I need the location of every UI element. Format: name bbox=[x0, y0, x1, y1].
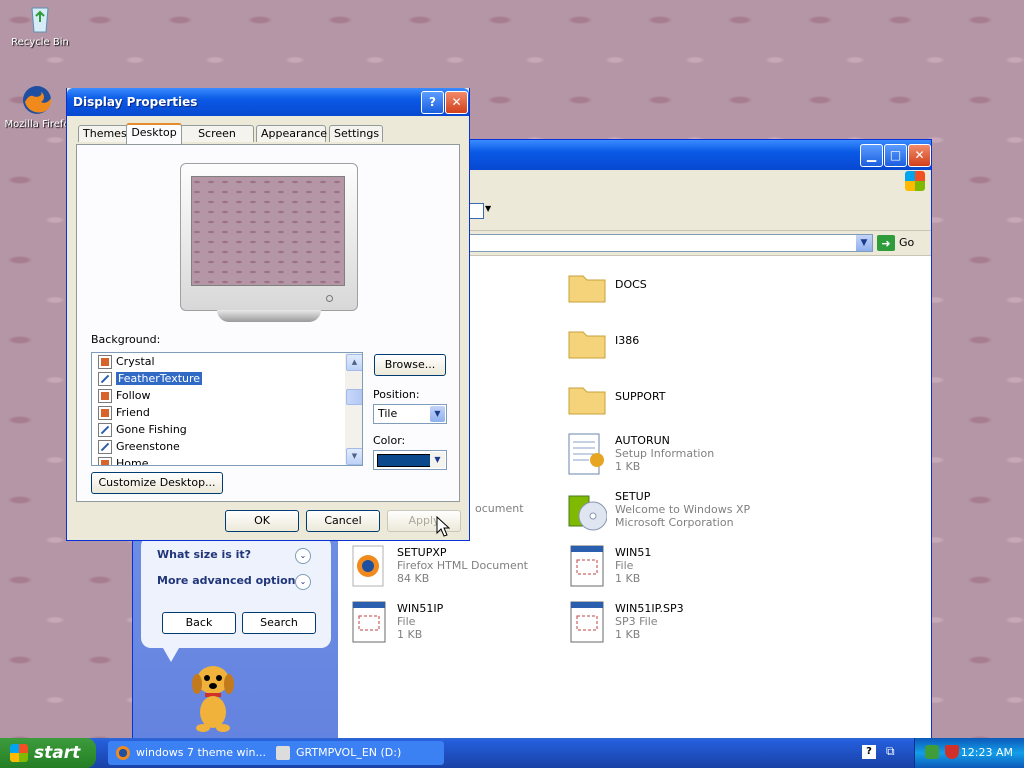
wallpaper-file-icon bbox=[98, 457, 112, 465]
list-item[interactable]: Follow bbox=[98, 387, 151, 404]
go-arrow-icon: ➜ bbox=[877, 235, 895, 251]
minimize-button[interactable]: ▁ bbox=[860, 144, 883, 167]
folder-icon bbox=[567, 378, 607, 424]
generic-file-icon bbox=[349, 600, 389, 646]
wallpaper-file-icon bbox=[98, 389, 112, 403]
list-item[interactable]: Greenstone bbox=[98, 438, 180, 455]
maximize-button[interactable]: □ bbox=[884, 144, 907, 167]
background-label: Background: bbox=[91, 333, 161, 346]
windows-logo-icon bbox=[10, 744, 28, 762]
address-input[interactable]: ▼ bbox=[453, 234, 873, 252]
network-icon[interactable] bbox=[925, 745, 939, 759]
monitor-base bbox=[217, 310, 321, 322]
close-button[interactable]: ✕ bbox=[908, 144, 931, 167]
taskbar-item-firefox[interactable]: windows 7 theme win... bbox=[108, 741, 284, 765]
firefox-icon bbox=[21, 84, 53, 116]
list-item[interactable]: Gone Fishing bbox=[98, 421, 187, 438]
chevron-down-icon[interactable]: ⌄ bbox=[295, 574, 311, 590]
scroll-down-icon[interactable]: ▼ bbox=[346, 448, 362, 465]
desktop-tab-page: Background: Crystal FeatherTexture Follo… bbox=[76, 144, 460, 502]
security-shield-icon[interactable] bbox=[945, 745, 959, 759]
start-button[interactable]: start bbox=[0, 738, 96, 768]
scroll-up-icon[interactable]: ▲ bbox=[346, 354, 362, 371]
dialog-title: Display Properties bbox=[73, 95, 198, 109]
cancel-button[interactable]: Cancel bbox=[306, 510, 380, 532]
tab-themes[interactable]: Themes bbox=[78, 125, 128, 142]
tab-desktop[interactable]: Desktop bbox=[126, 123, 182, 144]
display-properties-dialog: Display Properties ? ✕ Themes Desktop Sc… bbox=[66, 88, 470, 541]
partial-text: ocument bbox=[475, 502, 524, 515]
views-icon[interactable] bbox=[468, 203, 484, 219]
position-select[interactable]: Tile ▼ bbox=[373, 404, 447, 424]
power-button-icon bbox=[326, 295, 333, 302]
wallpaper-file-icon bbox=[98, 355, 112, 369]
search-bubble: What size is it? ⌄ More advanced options… bbox=[141, 536, 331, 648]
firefox-document-icon bbox=[349, 544, 389, 590]
help-icon[interactable]: ? bbox=[862, 745, 876, 759]
tab-screen-saver[interactable]: Screen Saver bbox=[180, 125, 254, 156]
bubble-tail bbox=[163, 648, 179, 662]
chevron-down-icon[interactable]: ⌄ bbox=[295, 548, 311, 564]
back-button[interactable]: Back bbox=[162, 612, 236, 634]
search-button[interactable]: Search bbox=[242, 612, 316, 634]
tab-settings[interactable]: Settings bbox=[329, 125, 383, 142]
desktop-icon-recycle-bin[interactable]: Recycle Bin bbox=[0, 2, 80, 48]
firefox-icon bbox=[116, 746, 130, 760]
recycle-bin-icon bbox=[24, 2, 56, 34]
wallpaper-file-icon bbox=[98, 440, 112, 454]
scroll-thumb[interactable] bbox=[346, 389, 362, 405]
system-tray: 12:23 AM bbox=[914, 738, 1024, 768]
go-button[interactable]: ➜ Go bbox=[877, 234, 914, 252]
list-item[interactable]: Friend bbox=[98, 404, 150, 421]
dialog-titlebar[interactable]: Display Properties ? ✕ bbox=[67, 88, 469, 116]
taskbar: start windows 7 theme win... GRTMPVOL_EN… bbox=[0, 738, 1024, 768]
color-label: Color: bbox=[373, 434, 406, 447]
setup-info-icon bbox=[567, 432, 607, 478]
restore-icon[interactable]: ⧉ bbox=[886, 744, 895, 759]
wallpaper-file-icon bbox=[98, 423, 112, 437]
list-item-selected[interactable]: FeatherTexture bbox=[98, 370, 203, 387]
chevron-down-icon[interactable]: ▼ bbox=[430, 452, 445, 468]
views-dropdown-icon[interactable]: ▼ bbox=[485, 204, 491, 213]
color-swatch bbox=[377, 454, 435, 467]
drive-icon bbox=[276, 746, 290, 760]
browse-button[interactable]: Browse... bbox=[374, 354, 446, 376]
tab-appearance[interactable]: Appearance bbox=[256, 125, 327, 142]
generic-file-icon bbox=[567, 600, 607, 646]
option-more-advanced[interactable]: More advanced options bbox=[157, 574, 302, 587]
close-button[interactable]: ✕ bbox=[445, 91, 468, 114]
folder-icon bbox=[567, 266, 607, 312]
desktop-icon-label: Mozilla Firefo bbox=[4, 119, 70, 130]
generic-file-icon bbox=[567, 544, 607, 590]
position-label: Position: bbox=[373, 388, 420, 401]
folder-icon bbox=[567, 322, 607, 368]
clock: 12:23 AM bbox=[960, 746, 1013, 759]
option-what-size[interactable]: What size is it? bbox=[157, 548, 251, 561]
list-item[interactable]: Home bbox=[98, 455, 148, 465]
mouse-cursor-icon bbox=[436, 515, 451, 541]
color-picker[interactable]: ▼ bbox=[373, 450, 447, 470]
wallpaper-file-icon bbox=[98, 372, 112, 386]
taskbar-item-explorer[interactable]: GRTMPVOL_EN (D:) bbox=[268, 741, 444, 765]
wallpaper-preview bbox=[191, 176, 345, 286]
chevron-down-icon[interactable]: ▼ bbox=[430, 406, 445, 422]
windows-logo-icon bbox=[905, 171, 925, 191]
list-item[interactable]: Crystal bbox=[98, 353, 155, 370]
setup-cd-icon bbox=[567, 488, 608, 534]
chevron-down-icon[interactable]: ▼ bbox=[856, 235, 872, 251]
listbox-scrollbar[interactable]: ▲ ▼ bbox=[345, 353, 362, 465]
wallpaper-file-icon bbox=[98, 406, 112, 420]
ok-button[interactable]: OK bbox=[225, 510, 299, 532]
search-dog-icon[interactable] bbox=[183, 660, 243, 732]
monitor-preview bbox=[180, 163, 358, 311]
desktop-icon-label: Recycle Bin bbox=[11, 37, 69, 48]
help-button[interactable]: ? bbox=[421, 91, 444, 114]
customize-desktop-button[interactable]: Customize Desktop... bbox=[91, 472, 223, 494]
background-listbox[interactable]: Crystal FeatherTexture Follow Friend Gon… bbox=[91, 352, 363, 466]
